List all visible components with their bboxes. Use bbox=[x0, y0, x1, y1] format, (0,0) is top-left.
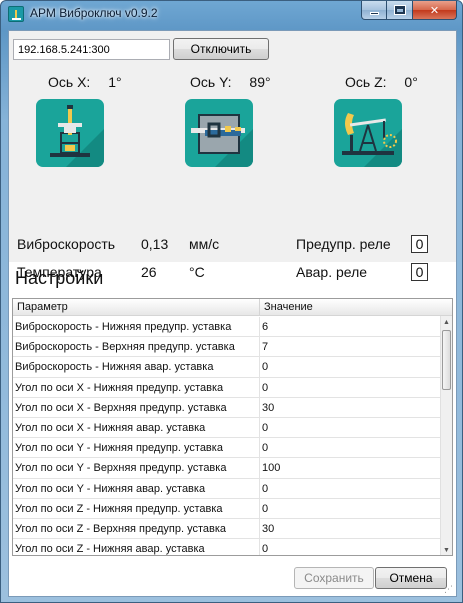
sensor-panel: Ось X: 1° Ось Y: 89° Ось Z: 0° Виброскор… bbox=[9, 66, 456, 281]
client-area: Отключить Ось X: 1° bbox=[8, 30, 457, 597]
param-cell: Угол по оси Z - Верхняя предупр. уставка bbox=[13, 518, 260, 540]
value-cell[interactable]: 0 bbox=[260, 499, 440, 519]
value-cell[interactable]: 6 bbox=[260, 317, 440, 337]
cancel-button[interactable]: Отмена bbox=[375, 567, 447, 589]
param-cell: Угол по оси Z - Нижняя предупр. уставка bbox=[13, 498, 260, 519]
table-row[interactable]: Угол по оси Z - Верхняя предупр. уставка… bbox=[13, 518, 440, 540]
table-row[interactable]: Виброскорость - Нижняя предупр. уставка 6 bbox=[13, 317, 440, 338]
column-header-parameter[interactable]: Параметр bbox=[13, 299, 260, 316]
warning-relay-label: Предупр. реле bbox=[296, 236, 391, 252]
close-icon: ✕ bbox=[429, 4, 440, 17]
param-cell: Виброскорость - Нижняя предупр. уставка bbox=[13, 317, 260, 338]
address-input[interactable] bbox=[13, 39, 170, 60]
scrollbar-thumb[interactable] bbox=[442, 330, 451, 390]
vibration-unit: мм/с bbox=[189, 236, 220, 252]
value-cell[interactable]: 0 bbox=[260, 418, 440, 438]
pump-jack-side-icon bbox=[334, 99, 402, 167]
value-cell[interactable]: 0 bbox=[260, 357, 440, 377]
table-row[interactable]: Угол по оси Z - Нижняя предупр. уставка 0 bbox=[13, 498, 440, 519]
scroll-up-icon[interactable]: ▲ bbox=[441, 316, 452, 328]
disconnect-button[interactable]: Отключить bbox=[173, 38, 269, 60]
table-row[interactable]: Угол по оси X - Верхняя предупр. уставка… bbox=[13, 397, 440, 418]
table-row[interactable]: Угол по оси X - Нижняя авар. уставка 0 bbox=[13, 417, 440, 439]
settings-title: Настройки bbox=[15, 268, 104, 288]
save-button[interactable]: Сохранить bbox=[294, 567, 374, 589]
param-cell: Угол по оси Y - Нижняя авар. уставка bbox=[13, 478, 260, 499]
axis-x-label: Ось X: 1° bbox=[48, 74, 122, 90]
vertical-scrollbar[interactable]: ▲ ▼ bbox=[440, 316, 452, 555]
vibration-label: Виброскорость bbox=[17, 236, 116, 252]
app-window: АРМ Виброключ v0.9.2 ✕ Отключить Ось X: … bbox=[0, 0, 463, 603]
table-row[interactable]: Угол по оси Z - Нижняя авар. уставка 0 bbox=[13, 539, 440, 555]
axis-z-label: Ось Z: 0° bbox=[345, 74, 418, 90]
grid-body: Виброскорость - Нижняя предупр. уставка 6… bbox=[13, 317, 440, 555]
resize-grip-icon[interactable]: ⋰ bbox=[444, 584, 454, 594]
axis-y-label: Ось Y: 89° bbox=[190, 74, 271, 90]
minimize-button[interactable] bbox=[361, 1, 387, 20]
value-cell[interactable]: 0 bbox=[260, 539, 440, 555]
minimize-icon bbox=[369, 11, 379, 15]
pump-jack-top-icon bbox=[185, 99, 253, 167]
grid-header: Параметр Значение bbox=[13, 299, 452, 316]
alarm-relay-label: Авар. реле bbox=[296, 264, 368, 280]
param-cell: Угол по оси Y - Верхняя предупр. уставка bbox=[13, 458, 260, 479]
close-button[interactable]: ✕ bbox=[413, 1, 457, 20]
temperature-value: 26 bbox=[141, 264, 157, 280]
app-icon bbox=[8, 6, 24, 22]
param-cell: Виброскорость - Верхняя предупр. уставка bbox=[13, 337, 260, 358]
table-row[interactable]: Угол по оси Y - Нижняя авар. уставка 0 bbox=[13, 478, 440, 499]
temperature-unit: °C bbox=[189, 264, 205, 280]
vibration-value: 0,13 bbox=[141, 236, 169, 252]
value-cell[interactable]: 30 bbox=[260, 398, 440, 418]
table-row[interactable]: Угол по оси X - Нижняя предупр. уставка 0 bbox=[13, 377, 440, 398]
scroll-down-icon[interactable]: ▼ bbox=[441, 544, 452, 555]
pump-jack-front-icon bbox=[36, 99, 104, 167]
axis-x-value: 1° bbox=[108, 74, 122, 90]
table-row[interactable]: Угол по оси Y - Нижняя предупр. уставка 0 bbox=[13, 438, 440, 459]
value-cell[interactable]: 30 bbox=[260, 519, 440, 539]
axis-y-value: 89° bbox=[249, 74, 271, 90]
value-cell[interactable]: 7 bbox=[260, 337, 440, 357]
maximize-icon bbox=[394, 6, 405, 14]
value-cell[interactable]: 0 bbox=[260, 479, 440, 499]
table-row[interactable]: Виброскорость - Нижняя авар. уставка 0 bbox=[13, 357, 440, 378]
window-title: АРМ Виброключ v0.9.2 bbox=[30, 6, 158, 20]
param-cell: Угол по оси Z - Нижняя авар. уставка bbox=[13, 539, 260, 555]
param-cell: Угол по оси Y - Нижняя предупр. уставка bbox=[13, 438, 260, 459]
connection-bar: Отключить bbox=[9, 31, 456, 66]
column-header-value[interactable]: Значение bbox=[260, 299, 442, 316]
window-controls: ✕ bbox=[361, 1, 457, 21]
param-cell: Угол по оси X - Верхняя предупр. уставка bbox=[13, 397, 260, 418]
table-row[interactable]: Виброскорость - Верхняя предупр. уставка… bbox=[13, 337, 440, 358]
param-cell: Угол по оси X - Нижняя предупр. уставка bbox=[13, 377, 260, 398]
axis-x-name: Ось X: bbox=[48, 74, 91, 90]
title-bar[interactable]: АРМ Виброключ v0.9.2 ✕ bbox=[1, 1, 462, 28]
param-cell: Виброскорость - Нижняя авар. уставка bbox=[13, 357, 260, 378]
axis-z-name: Ось Z: bbox=[345, 74, 387, 90]
alarm-relay-value: 0 bbox=[411, 263, 428, 281]
value-cell[interactable]: 0 bbox=[260, 378, 440, 398]
maximize-button[interactable] bbox=[387, 1, 413, 20]
table-row[interactable]: Угол по оси Y - Верхняя предупр. уставка… bbox=[13, 458, 440, 479]
axis-y-name: Ось Y: bbox=[190, 74, 232, 90]
param-cell: Угол по оси X - Нижняя авар. уставка bbox=[13, 417, 260, 439]
value-cell[interactable]: 100 bbox=[260, 458, 440, 478]
axis-z-value: 0° bbox=[404, 74, 418, 90]
settings-grid: Параметр Значение Виброскорость - Нижняя… bbox=[12, 298, 453, 556]
warning-relay-value: 0 bbox=[411, 235, 428, 253]
value-cell[interactable]: 0 bbox=[260, 438, 440, 458]
